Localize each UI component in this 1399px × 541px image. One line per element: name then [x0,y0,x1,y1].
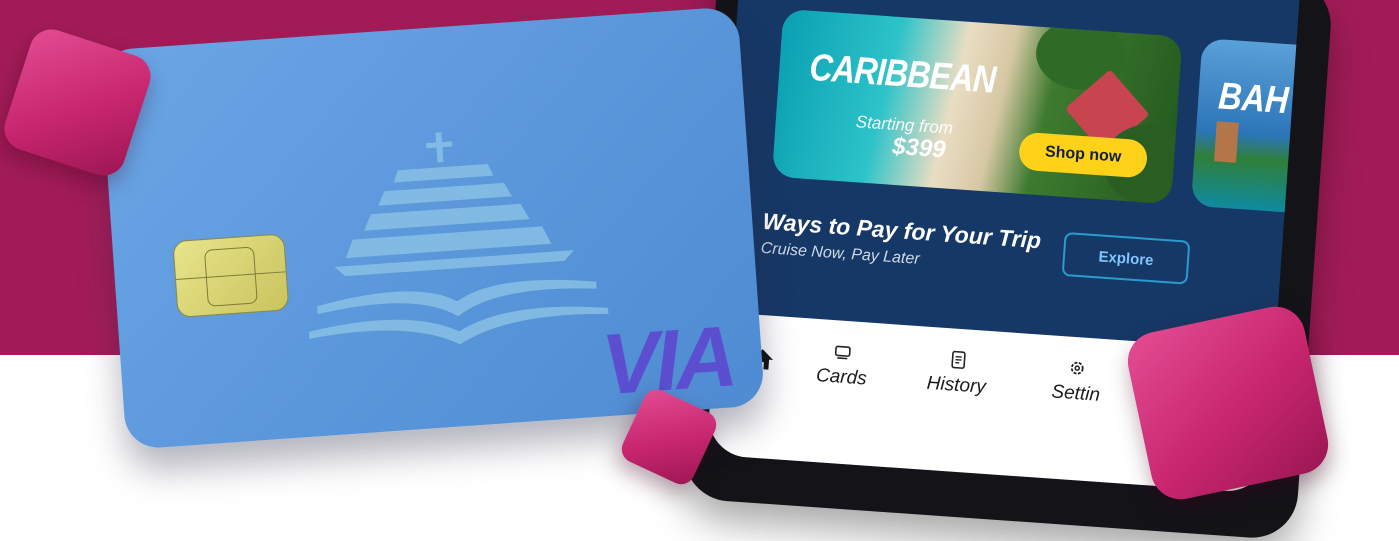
chip-icon [172,233,289,318]
nav-item-settings[interactable]: Settin [1051,358,1103,407]
decorative-cube [1122,301,1333,505]
promo-card-next[interactable]: BAH [1191,38,1301,214]
explore-button[interactable]: Explore [1062,232,1191,285]
nav-item-history[interactable]: History [926,349,988,399]
nav-item-label: Cards [815,365,867,390]
cruise-ship-icon [285,116,620,368]
nav-item-label: History [926,373,987,399]
promo-title: CARIBBEAN [808,47,997,103]
promo-card-caribbean[interactable]: CARIBBEAN Starting from $399 Shop now [772,9,1183,204]
shop-now-button[interactable]: Shop now [1018,132,1148,179]
promo-next-title: BAH [1217,75,1290,123]
cards-icon [817,341,869,366]
credit-card: VIA [99,6,765,450]
history-icon [928,349,989,375]
gear-icon [1052,358,1102,383]
hotel-tower-graphic [1214,121,1239,162]
promo-price: $399 [891,133,946,165]
nav-item-label: Settin [1051,381,1101,406]
nav-item-cards[interactable]: Cards [815,341,869,390]
